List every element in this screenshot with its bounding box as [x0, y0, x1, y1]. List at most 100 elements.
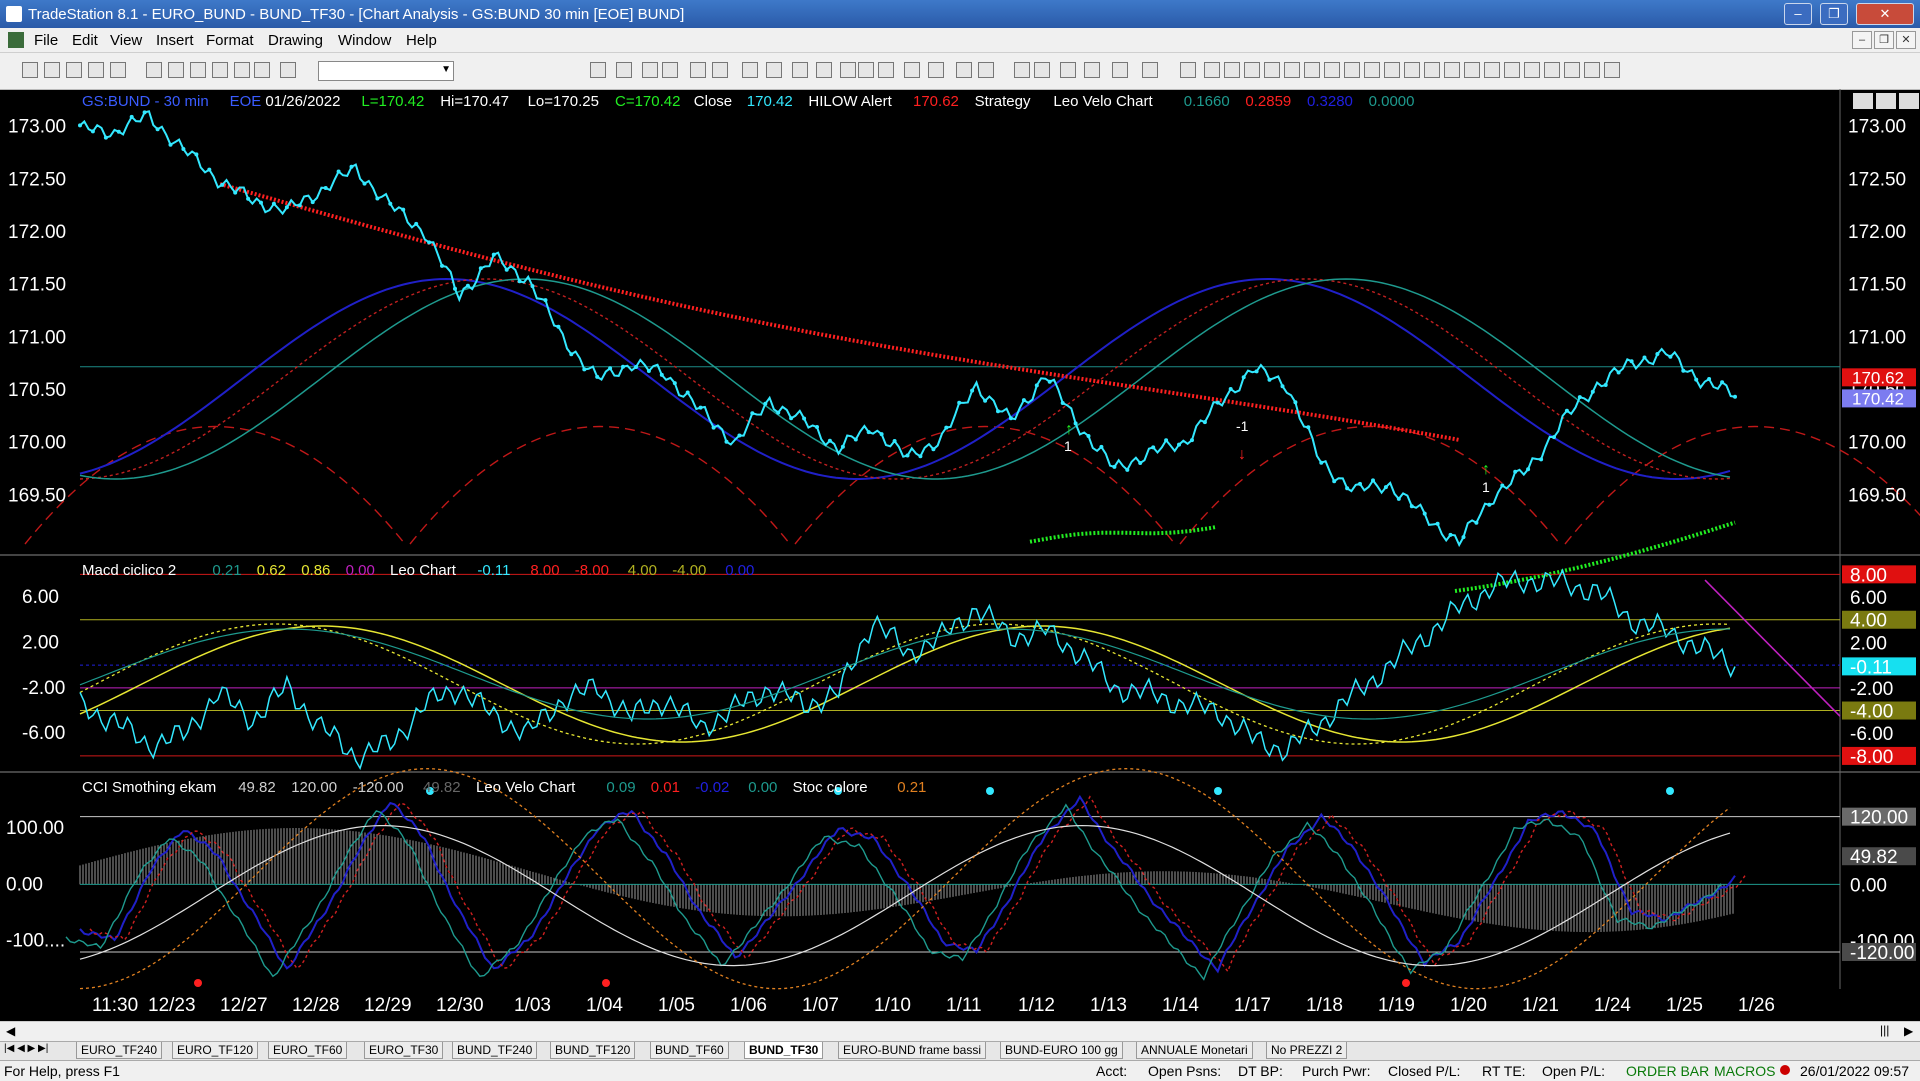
minimize-button[interactable]: – — [1784, 3, 1812, 25]
toolbar-tool-icon[interactable] — [766, 62, 782, 78]
toolbar-tool-icon[interactable] — [928, 62, 944, 78]
tab-nav-arrows-icon[interactable]: |◀ ◀ ▶ ▶| — [4, 1043, 48, 1054]
panel-restore-button[interactable] — [1876, 93, 1896, 109]
mdi-restore-button[interactable]: ❐ — [1874, 31, 1894, 49]
tab-no-prezzi-2[interactable]: No PREZZI 2 — [1266, 1042, 1348, 1059]
toolbar-tool-icon[interactable] — [1484, 62, 1500, 78]
toolbar-tool-icon[interactable] — [1204, 62, 1220, 78]
scroll-grip-icon[interactable]: ||| — [1880, 1023, 1889, 1037]
tab-euro-tf240[interactable]: EURO_TF240 — [76, 1042, 163, 1059]
chart-svg[interactable]: ↑1-1↓↑1173.00 173.00172.50 172.50172.00 172… — [0, 89, 1920, 1021]
close-button[interactable]: ✕ — [1856, 3, 1914, 25]
panel-minimize-button[interactable] — [1853, 93, 1873, 109]
tab-euro-bund-frame-bassi[interactable]: EURO-BUND frame bassi — [838, 1042, 987, 1059]
toolbar-tool-icon[interactable] — [1224, 62, 1240, 78]
toolbar-tool-icon[interactable] — [1384, 62, 1400, 78]
tab-annuale-monetari[interactable]: ANNUALE Monetari — [1136, 1042, 1253, 1059]
toolbar-tool-icon[interactable] — [1264, 62, 1280, 78]
toolbar-tool-icon[interactable] — [816, 62, 832, 78]
toolbar-tool-icon[interactable] — [792, 62, 808, 78]
toolbar-tool-icon[interactable] — [1014, 62, 1030, 78]
toolbar-tool-icon[interactable] — [88, 62, 104, 78]
toolbar-tool-icon[interactable] — [234, 62, 250, 78]
toolbar-tool-icon[interactable] — [1564, 62, 1580, 78]
toolbar-tool-icon[interactable] — [44, 62, 60, 78]
tab-euro-tf120[interactable]: EURO_TF120 — [172, 1042, 259, 1059]
toolbar-tool-icon[interactable] — [168, 62, 184, 78]
scroll-right-icon[interactable]: ▶ — [1904, 1024, 1913, 1038]
tab-bund-tf30[interactable]: BUND_TF30 — [744, 1042, 824, 1059]
toolbar-tool-icon[interactable] — [1584, 62, 1600, 78]
horizontal-scrollbar[interactable]: ◀ ||| ▶ — [0, 1021, 1920, 1042]
scroll-left-icon[interactable]: ◀ — [6, 1024, 15, 1038]
menu-format[interactable]: Format — [206, 32, 254, 49]
toolbar-tool-icon[interactable] — [1084, 62, 1100, 78]
toolbar-tool-icon[interactable] — [1444, 62, 1460, 78]
menu-file[interactable]: File — [34, 32, 58, 49]
toolbar-tool-icon[interactable] — [712, 62, 728, 78]
tab-bund-tf240[interactable]: BUND_TF240 — [452, 1042, 538, 1059]
menu-window[interactable]: Window — [338, 32, 391, 49]
toolbar-tool-icon[interactable] — [1112, 62, 1128, 78]
menu-edit[interactable]: Edit — [72, 32, 98, 49]
toolbar-tool-icon[interactable] — [978, 62, 994, 78]
symbol-combo[interactable]: ▼ — [318, 61, 454, 81]
chevron-down-icon[interactable]: ▼ — [441, 64, 451, 75]
menu-help[interactable]: Help — [406, 32, 437, 49]
toolbar-tool-icon[interactable] — [280, 62, 296, 78]
toolbar-tool-icon[interactable] — [616, 62, 632, 78]
toolbar-tool-icon[interactable] — [1060, 62, 1076, 78]
toolbar-tool-icon[interactable] — [110, 62, 126, 78]
tab-euro-tf30[interactable]: EURO_TF30 — [364, 1042, 444, 1059]
tab-bund-tf60[interactable]: BUND_TF60 — [650, 1042, 729, 1059]
toolbar-tool-icon[interactable] — [1364, 62, 1380, 78]
menu-view[interactable]: View — [110, 32, 142, 49]
toolbar-tool-icon[interactable] — [662, 62, 678, 78]
tab-bund-tf120[interactable]: BUND_TF120 — [550, 1042, 636, 1059]
toolbar-tool-icon[interactable] — [690, 62, 706, 78]
toolbar-tool-icon[interactable] — [1304, 62, 1320, 78]
toolbar-tool-icon[interactable] — [190, 62, 206, 78]
price-bar — [556, 324, 561, 329]
teal-band-line — [79, 278, 1731, 480]
toolbar-tool-icon[interactable] — [878, 62, 894, 78]
toolbar-tool-icon[interactable] — [1524, 62, 1540, 78]
toolbar-tool-icon[interactable] — [146, 62, 162, 78]
toolbar-tool-icon[interactable] — [1180, 62, 1196, 78]
mdi-minimize-button[interactable]: – — [1852, 31, 1872, 49]
toolbar-tool-icon[interactable] — [1142, 62, 1158, 78]
order-bar-button[interactable]: ORDER BAR — [1626, 1063, 1709, 1079]
toolbar-tool-icon[interactable] — [840, 62, 856, 78]
mdi-close-button[interactable]: ✕ — [1896, 31, 1916, 49]
toolbar-tool-icon[interactable] — [212, 62, 228, 78]
macros-button[interactable]: MACROS — [1714, 1063, 1775, 1079]
maximize-button[interactable]: ❐ — [1820, 3, 1848, 25]
toolbar-tool-icon[interactable] — [1464, 62, 1480, 78]
chart-doc-icon[interactable] — [8, 32, 24, 48]
toolbar-tool-icon[interactable] — [1344, 62, 1360, 78]
toolbar-tool-icon[interactable] — [1244, 62, 1260, 78]
toolbar-tool-icon[interactable] — [1284, 62, 1300, 78]
toolbar-tool-icon[interactable] — [1604, 62, 1620, 78]
toolbar-tool-icon[interactable] — [904, 62, 920, 78]
toolbar-tool-icon[interactable] — [1544, 62, 1560, 78]
toolbar-tool-icon[interactable] — [956, 62, 972, 78]
tab-euro-tf60[interactable]: EURO_TF60 — [268, 1042, 348, 1059]
toolbar-tool-icon[interactable] — [1424, 62, 1440, 78]
toolbar-tool-icon[interactable] — [1404, 62, 1420, 78]
menu-drawing[interactable]: Drawing — [268, 32, 323, 49]
toolbar-tool-icon[interactable] — [1034, 62, 1050, 78]
toolbar-tool-icon[interactable] — [22, 62, 38, 78]
toolbar-tool-icon[interactable] — [742, 62, 758, 78]
toolbar-tool-icon[interactable] — [590, 62, 606, 78]
toolbar-tool-icon[interactable] — [1324, 62, 1340, 78]
toolbar-tool-icon[interactable] — [66, 62, 82, 78]
panel-close-button[interactable] — [1899, 93, 1919, 109]
chart-area[interactable]: ↑ 1 -1 ↓ ↑ 1 173.00 173.00 172.50 172.50 172.00 172… — [0, 89, 1920, 1021]
toolbar-tool-icon[interactable] — [1504, 62, 1520, 78]
toolbar-tool-icon[interactable] — [858, 62, 874, 78]
toolbar-tool-icon[interactable] — [642, 62, 658, 78]
tab-bund-euro-100-gg[interactable]: BUND-EURO 100 gg — [1000, 1042, 1123, 1059]
toolbar-tool-icon[interactable] — [254, 62, 270, 78]
menu-insert[interactable]: Insert — [156, 32, 194, 49]
